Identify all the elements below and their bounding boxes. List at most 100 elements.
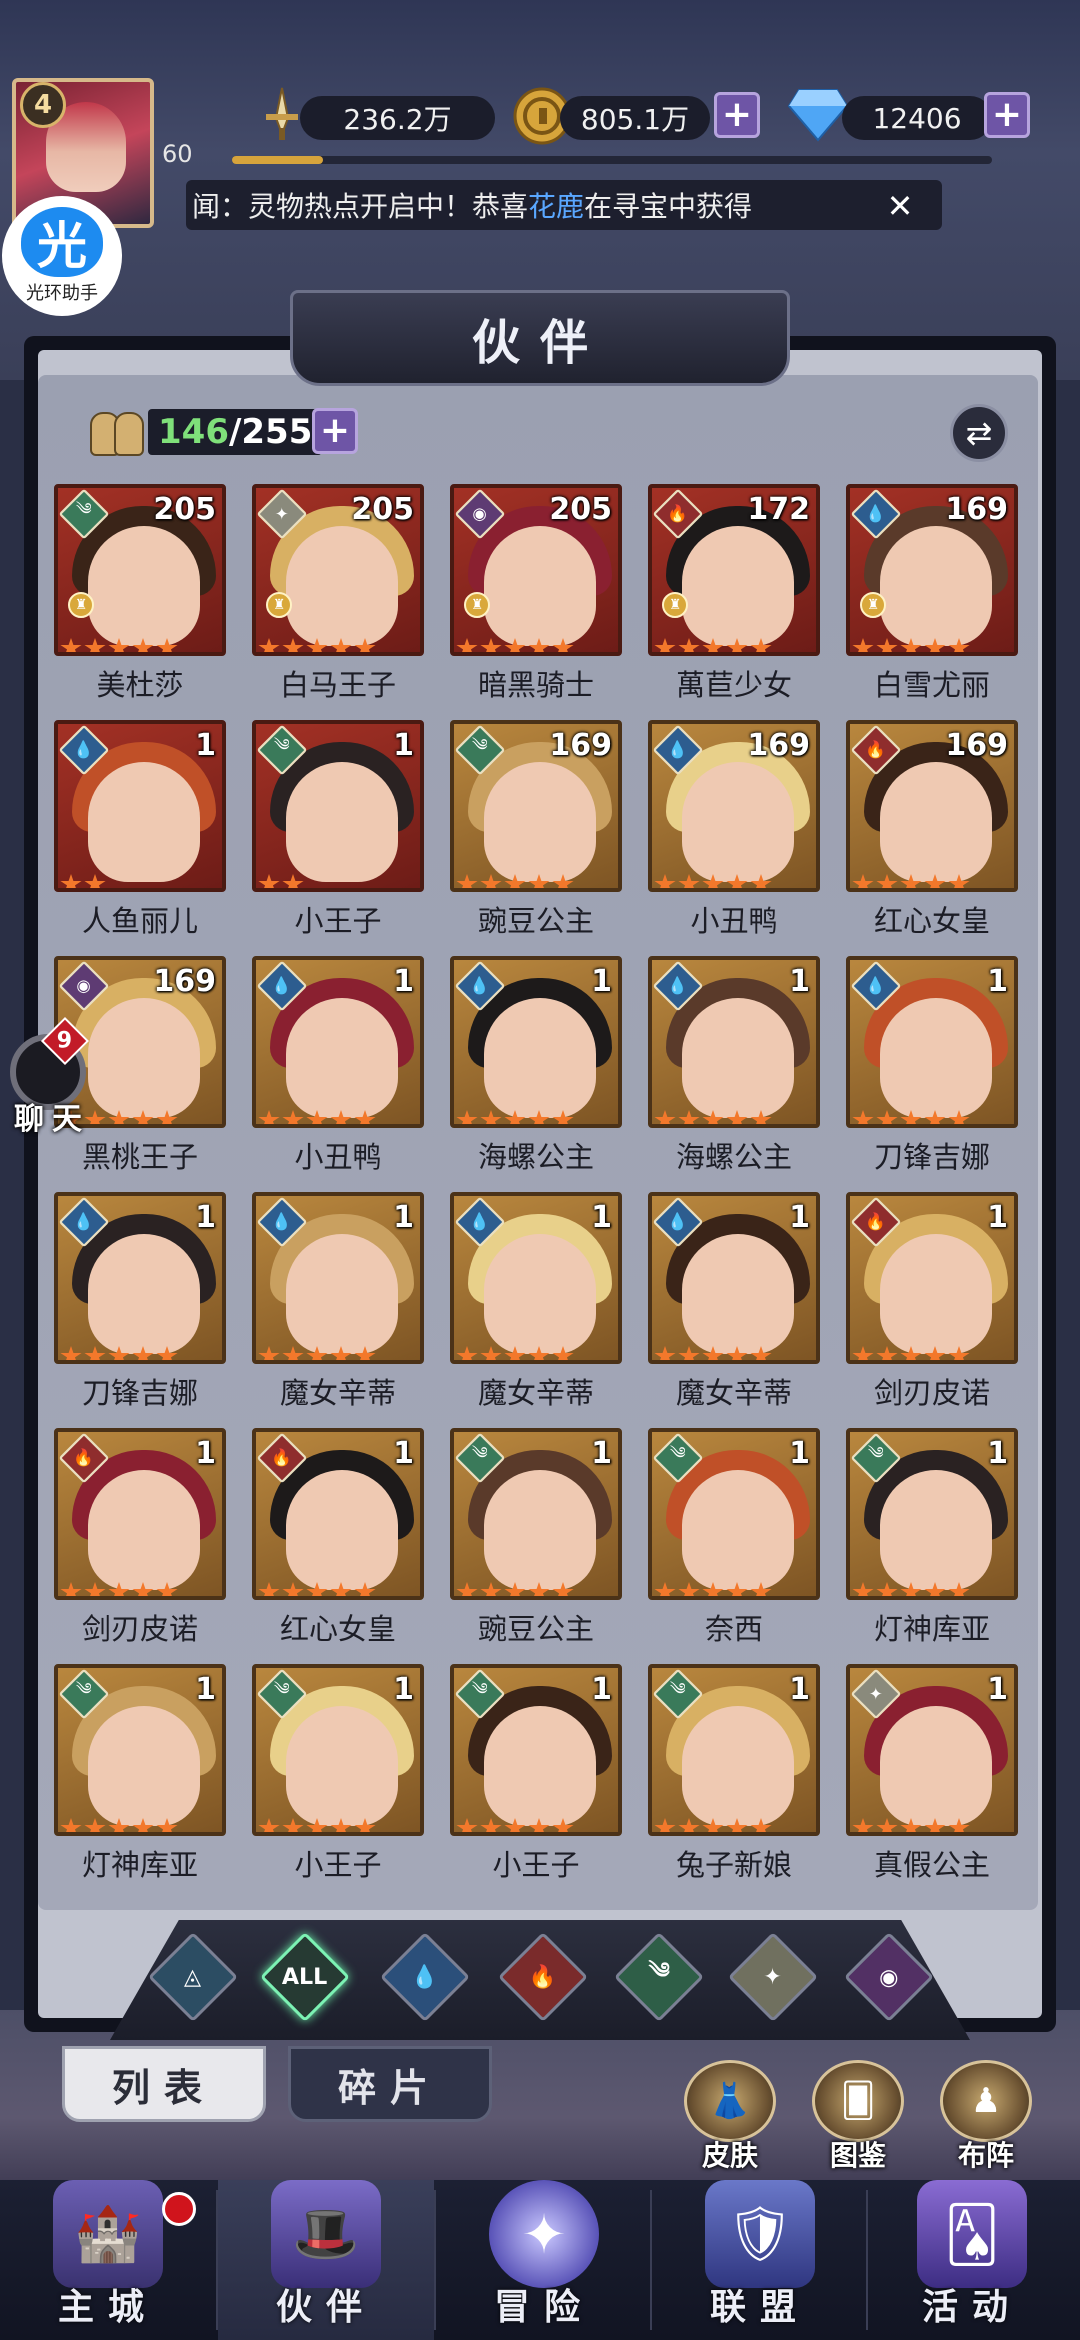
wind-icon: ༄ xyxy=(648,1957,670,1984)
hero-card[interactable]: 🔥 1 红心女皇 xyxy=(252,1428,424,1646)
hero-stars xyxy=(852,1346,970,1360)
hero-name: 红心女皇 xyxy=(873,904,990,938)
water-drop-icon: 💧 xyxy=(411,1964,439,1990)
nav-alliance[interactable]: 🛡 联盟 xyxy=(652,2180,868,2340)
star-icon xyxy=(480,1582,502,1596)
star-icon xyxy=(552,1818,574,1832)
hero-name: 真假公主 xyxy=(873,1848,990,1882)
hero-card[interactable]: 💧 1 人鱼丽儿 xyxy=(54,720,226,938)
hero-card[interactable]: 💧 1 魔女辛蒂 xyxy=(648,1192,820,1410)
hero-face xyxy=(286,1706,398,1826)
star-icon xyxy=(726,638,748,652)
hero-card[interactable]: ༄ 205 ♜ 美杜莎 xyxy=(54,484,226,702)
close-icon[interactable]: ✕ xyxy=(882,187,918,225)
hero-portrait: ༄ 1 xyxy=(450,1664,622,1836)
hero-stars xyxy=(654,638,772,652)
star-icon xyxy=(552,1110,574,1124)
hero-card[interactable]: 💧 1 刀锋吉娜 xyxy=(54,1192,226,1410)
hero-card[interactable]: 💧 1 魔女辛蒂 xyxy=(252,1192,424,1410)
hero-card[interactable]: ༄ 1 豌豆公主 xyxy=(450,1428,622,1646)
chat-button[interactable]: 9 聊天 xyxy=(4,1010,100,1140)
diamond-value: 12406 xyxy=(842,96,992,140)
nav-city-label: 主城 xyxy=(57,2287,158,2328)
nav-event[interactable]: 🂡 活动 xyxy=(864,2180,1080,2340)
hero-level: 205 xyxy=(351,492,414,527)
star-icon xyxy=(852,638,874,652)
star-icon xyxy=(528,1110,550,1124)
star-icon xyxy=(900,874,922,888)
star-icon xyxy=(852,1582,874,1596)
hero-name: 魔女辛蒂 xyxy=(675,1376,792,1410)
hero-card[interactable]: ༄ 1 灯神库亚 xyxy=(54,1664,226,1882)
hero-name: 小王子 xyxy=(294,904,382,938)
hero-card[interactable]: ༄ 1 兔子新娘 xyxy=(648,1664,820,1882)
hero-stars xyxy=(654,1110,772,1124)
hero-card[interactable]: 🔥 1 剑刃皮诺 xyxy=(54,1428,226,1646)
hero-card[interactable]: 🔥 172 ♜ 萬苣少女 xyxy=(648,484,820,702)
crown-icon: ♜ xyxy=(662,592,688,618)
star-icon xyxy=(108,1110,130,1124)
hero-card[interactable]: ༄ 1 小王子 xyxy=(252,720,424,938)
add-diamond-button[interactable]: + xyxy=(984,92,1030,138)
star-icon xyxy=(924,638,946,652)
codex-button[interactable]: 🂠 图鉴 xyxy=(808,2060,908,2180)
hero-face xyxy=(88,998,200,1118)
hero-level: 1 xyxy=(195,728,216,763)
hero-card[interactable]: 🔥 169 红心女皇 xyxy=(846,720,1018,938)
tab-fragments[interactable]: 碎片 xyxy=(288,2046,492,2122)
star-icon xyxy=(60,874,82,888)
hero-portrait: ༄ 1 xyxy=(54,1664,226,1836)
hero-level: 169 xyxy=(945,492,1008,527)
star-icon xyxy=(108,638,130,652)
hero-card[interactable]: 🔥 1 剑刃皮诺 xyxy=(846,1192,1018,1410)
hero-card[interactable]: 💧 1 海螺公主 xyxy=(648,956,820,1174)
hero-card[interactable]: 💧 1 小丑鸭 xyxy=(252,956,424,1174)
hero-face xyxy=(880,998,992,1118)
hero-portrait: ༄ 1 xyxy=(846,1428,1018,1600)
formation-button[interactable]: ♟ 布阵 xyxy=(936,2060,1036,2180)
crown-icon: ♜ xyxy=(464,592,490,618)
hero-portrait: ༄ 1 xyxy=(648,1428,820,1600)
tab-list[interactable]: 列表 xyxy=(62,2046,266,2122)
hero-card[interactable]: 💧 1 海螺公主 xyxy=(450,956,622,1174)
hero-portrait: 💧 169 ♜ xyxy=(846,484,1018,656)
hero-portrait: 💧 1 xyxy=(252,1192,424,1364)
star-icon xyxy=(354,1582,376,1596)
hero-card[interactable]: ༄ 169 豌豆公主 xyxy=(450,720,622,938)
hero-stars xyxy=(258,1110,376,1124)
hero-face xyxy=(484,762,596,882)
star-icon xyxy=(678,874,700,888)
star-icon xyxy=(702,1110,724,1124)
halo-assistant-button[interactable]: 光 光环助手 xyxy=(2,196,122,316)
skin-button[interactable]: 👗 皮肤 xyxy=(680,2060,780,2180)
star-icon xyxy=(876,1818,898,1832)
hero-level: 1 xyxy=(987,964,1008,999)
hero-card[interactable]: 💧 169 ♜ 白雪尤丽 xyxy=(846,484,1018,702)
nav-adventure[interactable]: ✦ 冒险 xyxy=(436,2180,652,2340)
star-icon xyxy=(552,1346,574,1360)
hero-level: 205 xyxy=(549,492,612,527)
star-icon xyxy=(480,638,502,652)
hero-card[interactable]: ✦ 1 真假公主 xyxy=(846,1664,1018,1882)
hero-card[interactable]: ༄ 1 灯神库亚 xyxy=(846,1428,1018,1646)
hero-card[interactable]: ✦ 205 ♜ 白马王子 xyxy=(252,484,424,702)
hero-stars xyxy=(456,638,574,652)
hero-card[interactable]: ༄ 1 奈西 xyxy=(648,1428,820,1646)
hero-name: 刀锋吉娜 xyxy=(873,1140,990,1174)
hero-name: 小王子 xyxy=(294,1848,382,1882)
hero-card[interactable]: ◉ 205 ♜ 暗黑骑士 xyxy=(450,484,622,702)
nav-partner[interactable]: 🎩 伙伴 xyxy=(218,2180,434,2340)
hero-card[interactable]: 💧 1 刀锋吉娜 xyxy=(846,956,1018,1174)
hero-face xyxy=(682,1234,794,1354)
swap-sort-button[interactable]: ⇄ xyxy=(950,404,1008,462)
hero-card[interactable]: ༄ 1 小王子 xyxy=(252,1664,424,1882)
hero-card[interactable]: 💧 169 小丑鸭 xyxy=(648,720,820,938)
hero-portrait: 🔥 172 ♜ xyxy=(648,484,820,656)
star-icon xyxy=(456,1346,478,1360)
hero-portrait: 💧 1 xyxy=(54,1192,226,1364)
hero-card[interactable]: 💧 1 魔女辛蒂 xyxy=(450,1192,622,1410)
hero-card[interactable]: ༄ 1 小王子 xyxy=(450,1664,622,1882)
hero-stars xyxy=(60,1582,178,1596)
expand-roster-button[interactable]: + xyxy=(312,408,358,454)
add-gold-button[interactable]: + xyxy=(714,92,760,138)
